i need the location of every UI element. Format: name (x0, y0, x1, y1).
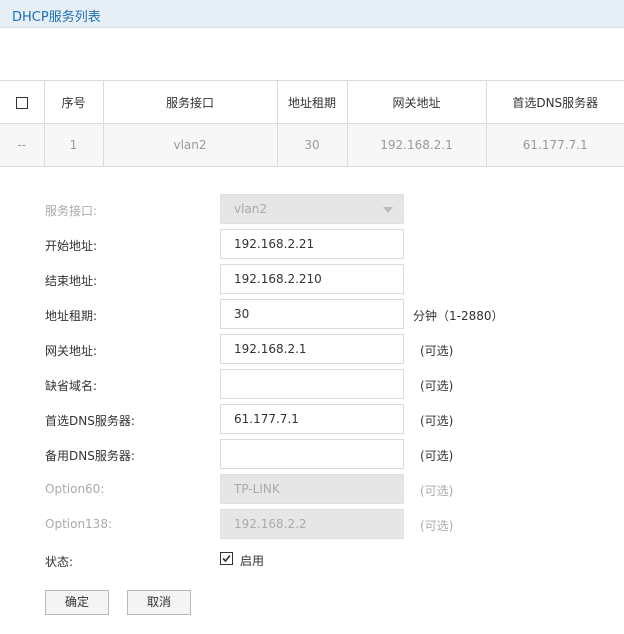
option138-optional-hint: (可选) (420, 519, 454, 533)
interface-select-value: vlan2 (234, 202, 268, 216)
end-address-input[interactable]: 192.168.2.210 (220, 264, 404, 294)
domain-optional-hint: (可选) (420, 379, 454, 393)
column-header-lease: 地址租期 (276, 80, 348, 124)
status-row: 状态: 启用 (0, 545, 624, 575)
lease-label: 地址租期: (45, 309, 98, 323)
interface-select[interactable]: vlan2 (220, 194, 404, 224)
gateway-input[interactable]: 192.168.2.1 (220, 334, 404, 364)
lease-row: 地址租期: 30 分钟（1-2880） (0, 299, 624, 329)
confirm-button[interactable]: 确定 (45, 590, 109, 615)
end-address-row: 结束地址: 192.168.2.210 (0, 264, 624, 294)
status-label: 状态: (45, 555, 74, 569)
primary-dns-input[interactable]: 61.177.7.1 (220, 404, 404, 434)
select-all-checkbox[interactable] (15, 96, 28, 109)
primary-dns-label: 首选DNS服务器: (45, 414, 135, 428)
title-bar: DHCP服务列表 (0, 0, 624, 28)
secondary-dns-input[interactable] (220, 439, 404, 469)
domain-row: 缺省域名: (可选) (0, 369, 624, 399)
row-select-cell: -- (0, 123, 45, 167)
page-title: DHCP服务列表 (12, 10, 101, 25)
domain-input[interactable] (220, 369, 404, 399)
row-dns-cell: 61.177.7.1 (485, 123, 624, 167)
option60-label: Option60: (45, 482, 105, 496)
select-all-cell[interactable] (0, 80, 45, 124)
lease-input[interactable]: 30 (220, 299, 404, 329)
check-icon (222, 554, 231, 563)
lease-unit-hint: 分钟（1-2880） (413, 309, 504, 323)
column-header-gateway: 网关地址 (346, 80, 487, 124)
column-header-interface: 服务接口 (102, 80, 278, 124)
table-header-row: 序号 服务接口 地址租期 网关地址 首选DNS服务器 (0, 80, 624, 124)
row-index-cell: 1 (43, 123, 104, 167)
cancel-button[interactable]: 取消 (127, 590, 191, 615)
table-row[interactable]: -- 1 vlan2 30 192.168.2.1 61.177.7.1 (0, 123, 624, 167)
start-address-label: 开始地址: (45, 239, 98, 253)
primary-dns-row: 首选DNS服务器: 61.177.7.1 (可选) (0, 404, 624, 434)
option60-input: TP-LINK (220, 474, 404, 504)
row-gateway-cell: 192.168.2.1 (346, 123, 487, 167)
start-address-input[interactable]: 192.168.2.21 (220, 229, 404, 259)
column-header-dns: 首选DNS服务器 (485, 80, 624, 124)
chevron-down-icon (383, 207, 393, 213)
secondary-dns-row: 备用DNS服务器: (可选) (0, 439, 624, 469)
dhcp-service-table: 序号 服务接口 地址租期 网关地址 首选DNS服务器 -- 1 vlan2 30… (0, 80, 624, 167)
row-interface-cell: vlan2 (102, 123, 278, 167)
row-lease-cell: 30 (276, 123, 348, 167)
interface-row: 服务接口: vlan2 (0, 194, 624, 224)
start-address-row: 开始地址: 192.168.2.21 (0, 229, 624, 259)
column-header-index: 序号 (43, 80, 104, 124)
secondary-dns-optional-hint: (可选) (420, 449, 454, 463)
gateway-label: 网关地址: (45, 344, 98, 358)
secondary-dns-label: 备用DNS服务器: (45, 449, 135, 463)
domain-label: 缺省域名: (45, 379, 98, 393)
option138-input: 192.168.2.2 (220, 509, 404, 539)
option138-row: Option138: 192.168.2.2 (可选) (0, 509, 624, 539)
interface-label: 服务接口: (45, 204, 98, 218)
primary-dns-optional-hint: (可选) (420, 414, 454, 428)
option138-label: Option138: (45, 517, 112, 531)
enable-checkbox[interactable] (220, 552, 233, 565)
end-address-label: 结束地址: (45, 274, 98, 288)
option60-optional-hint: (可选) (420, 484, 454, 498)
gateway-optional-hint: (可选) (420, 344, 454, 358)
enable-checkbox-label[interactable]: 启用 (240, 552, 264, 569)
option60-row: Option60: TP-LINK (可选) (0, 474, 624, 504)
gateway-row: 网关地址: 192.168.2.1 (可选) (0, 334, 624, 364)
